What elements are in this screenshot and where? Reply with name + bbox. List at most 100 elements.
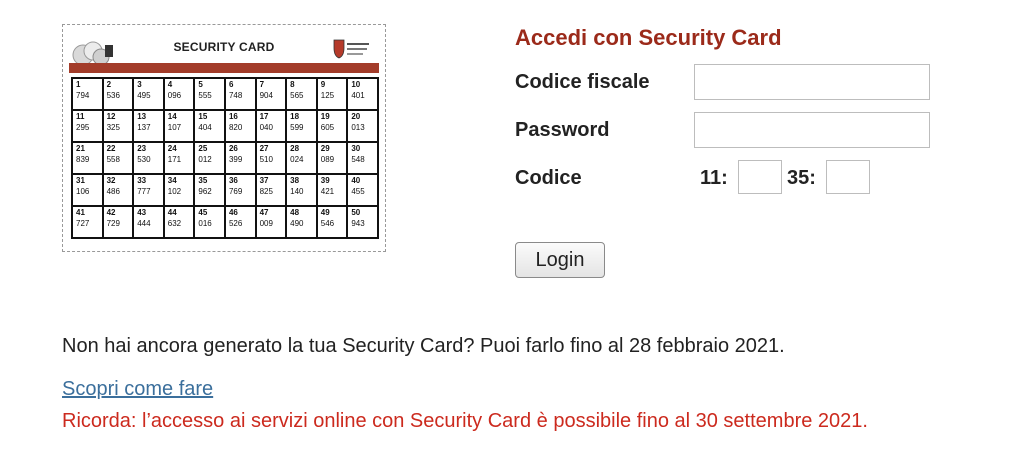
card-cell-index: 29 bbox=[320, 144, 330, 153]
card-cell: 41 727 bbox=[71, 205, 104, 239]
card-cell-code: 013 bbox=[351, 123, 365, 132]
card-cell-index: 42 bbox=[106, 208, 116, 217]
card-cell-code: 012 bbox=[198, 155, 212, 164]
card-cell: 42 729 bbox=[101, 205, 135, 239]
card-cell-code: 769 bbox=[228, 187, 243, 196]
card-cell-index: 34 bbox=[167, 176, 177, 185]
card-row: 1 794 2 536 3 495 4 096 5 555 6 748 7 904 8 565 9 125 10 40… bbox=[71, 77, 379, 111]
card-cell: 11 295 bbox=[71, 109, 104, 143]
card-cell: 15 404 bbox=[193, 109, 226, 143]
card-cell-index: 47 bbox=[259, 208, 269, 217]
card-header: SECURITY CARD bbox=[63, 25, 385, 66]
card-cell: 28 024 bbox=[285, 141, 318, 175]
card-cell-code: 444 bbox=[137, 219, 151, 228]
card-cell-index: 44 bbox=[167, 208, 177, 217]
card-cell-code: 962 bbox=[198, 187, 212, 196]
card-cell: 3 495 bbox=[132, 77, 165, 111]
card-row: 11 295 12 325 13 137 14 107 15 404 16 820 17 040 18 599… bbox=[71, 109, 379, 143]
card-cell-index: 12 bbox=[106, 112, 116, 121]
card-cell: 5 555 bbox=[193, 77, 226, 111]
card-cell-index: 19 bbox=[320, 112, 330, 121]
card-cell-index: 32 bbox=[106, 176, 116, 185]
card-cell-code: 096 bbox=[167, 91, 182, 100]
card-cell-index: 9 bbox=[320, 80, 326, 89]
card-cell: 8 565 bbox=[285, 77, 318, 111]
code-position-1-label: 11: bbox=[700, 167, 728, 189]
card-cell-code: 107 bbox=[167, 123, 182, 132]
card-cell-code: 421 bbox=[320, 187, 335, 196]
card-cell: 23 530 bbox=[132, 141, 165, 175]
code-position-1-input[interactable] bbox=[738, 160, 782, 194]
card-cell-code: 794 bbox=[76, 91, 90, 100]
generation-notice: Non hai ancora generato la tua Security … bbox=[62, 335, 785, 357]
security-card-image: SECURITY CARD 1 794 2 536 3 495 4 096 5 555 6 748 7 9… bbox=[62, 24, 386, 252]
how-to-link[interactable]: Scopri come fare bbox=[62, 378, 213, 401]
card-cell-index: 36 bbox=[228, 176, 238, 185]
card-cell-code: 727 bbox=[76, 219, 90, 228]
card-cell: 25 012 bbox=[193, 141, 226, 175]
card-cell: 27 510 bbox=[254, 141, 288, 175]
card-cell-index: 45 bbox=[198, 208, 208, 217]
card-cell-code: 555 bbox=[198, 91, 212, 100]
card-cell-index: 18 bbox=[290, 112, 300, 121]
card-cell-code: 599 bbox=[290, 123, 304, 132]
card-cell: 7 904 bbox=[254, 77, 288, 111]
card-cell-code: 016 bbox=[198, 219, 212, 228]
card-cell-index: 49 bbox=[320, 208, 330, 217]
card-cell-index: 6 bbox=[228, 80, 234, 89]
password-field[interactable] bbox=[694, 112, 930, 148]
card-cell-code: 137 bbox=[137, 123, 151, 132]
card-cell-index: 28 bbox=[290, 144, 300, 153]
code-position-2-label: 35: bbox=[787, 167, 816, 189]
card-cell-code: 106 bbox=[76, 187, 90, 196]
card-cell-code: 404 bbox=[198, 123, 212, 132]
card-cell-code: 526 bbox=[228, 219, 243, 228]
card-cell-code: 565 bbox=[290, 91, 304, 100]
card-cell-code: 839 bbox=[76, 155, 90, 164]
card-cell: 2 536 bbox=[101, 77, 135, 111]
code-position-2-input[interactable] bbox=[826, 160, 870, 194]
card-cell-index: 13 bbox=[137, 112, 147, 121]
login-button[interactable]: Login bbox=[515, 242, 605, 278]
card-cell-index: 26 bbox=[228, 144, 238, 153]
card-row: 31 106 32 486 33 777 34 102 35 962 36 769 37 825 38 140… bbox=[71, 173, 379, 207]
card-cell-index: 27 bbox=[259, 144, 269, 153]
card-cell: 30 548 bbox=[346, 141, 379, 175]
card-cell: 13 137 bbox=[132, 109, 165, 143]
card-cell-index: 43 bbox=[137, 208, 147, 217]
card-cell: 34 102 bbox=[162, 173, 196, 207]
card-cell-code: 546 bbox=[320, 219, 335, 228]
card-cell: 50 943 bbox=[346, 205, 379, 239]
card-cell-index: 1 bbox=[76, 80, 81, 89]
card-cell: 32 486 bbox=[101, 173, 135, 207]
card-cell-code: 536 bbox=[106, 91, 120, 100]
card-cell: 47 009 bbox=[254, 205, 288, 239]
card-cell-code: 632 bbox=[167, 219, 182, 228]
card-cell-code: 171 bbox=[167, 155, 182, 164]
card-cell: 36 769 bbox=[223, 173, 257, 207]
card-cell: 16 820 bbox=[223, 109, 257, 143]
card-cell-code: 729 bbox=[106, 219, 120, 228]
card-cell-index: 17 bbox=[259, 112, 269, 121]
card-cell: 22 558 bbox=[101, 141, 135, 175]
card-cell-index: 35 bbox=[198, 176, 208, 185]
card-cell-code: 325 bbox=[106, 123, 120, 132]
card-cell-code: 490 bbox=[290, 219, 304, 228]
card-cell-index: 40 bbox=[351, 176, 361, 185]
card-row: 41 727 42 729 43 444 44 632 45 016 46 526 47 009 48 490… bbox=[71, 205, 379, 239]
card-cell: 29 089 bbox=[315, 141, 349, 175]
card-cell-index: 30 bbox=[351, 144, 361, 153]
card-cell-index: 16 bbox=[228, 112, 238, 121]
card-cell: 17 040 bbox=[254, 109, 288, 143]
card-cell: 10 401 bbox=[346, 77, 379, 111]
card-cell: 38 140 bbox=[285, 173, 318, 207]
card-cell-code: 943 bbox=[351, 219, 365, 228]
card-cell-code: 024 bbox=[290, 155, 304, 164]
card-cell: 49 546 bbox=[315, 205, 349, 239]
card-cell: 35 962 bbox=[193, 173, 226, 207]
card-cell-code: 777 bbox=[137, 187, 151, 196]
card-cell-code: 040 bbox=[259, 123, 273, 132]
password-label: Password bbox=[515, 119, 610, 141]
card-cell-code: 401 bbox=[351, 91, 365, 100]
fiscal-code-field[interactable] bbox=[694, 64, 930, 100]
